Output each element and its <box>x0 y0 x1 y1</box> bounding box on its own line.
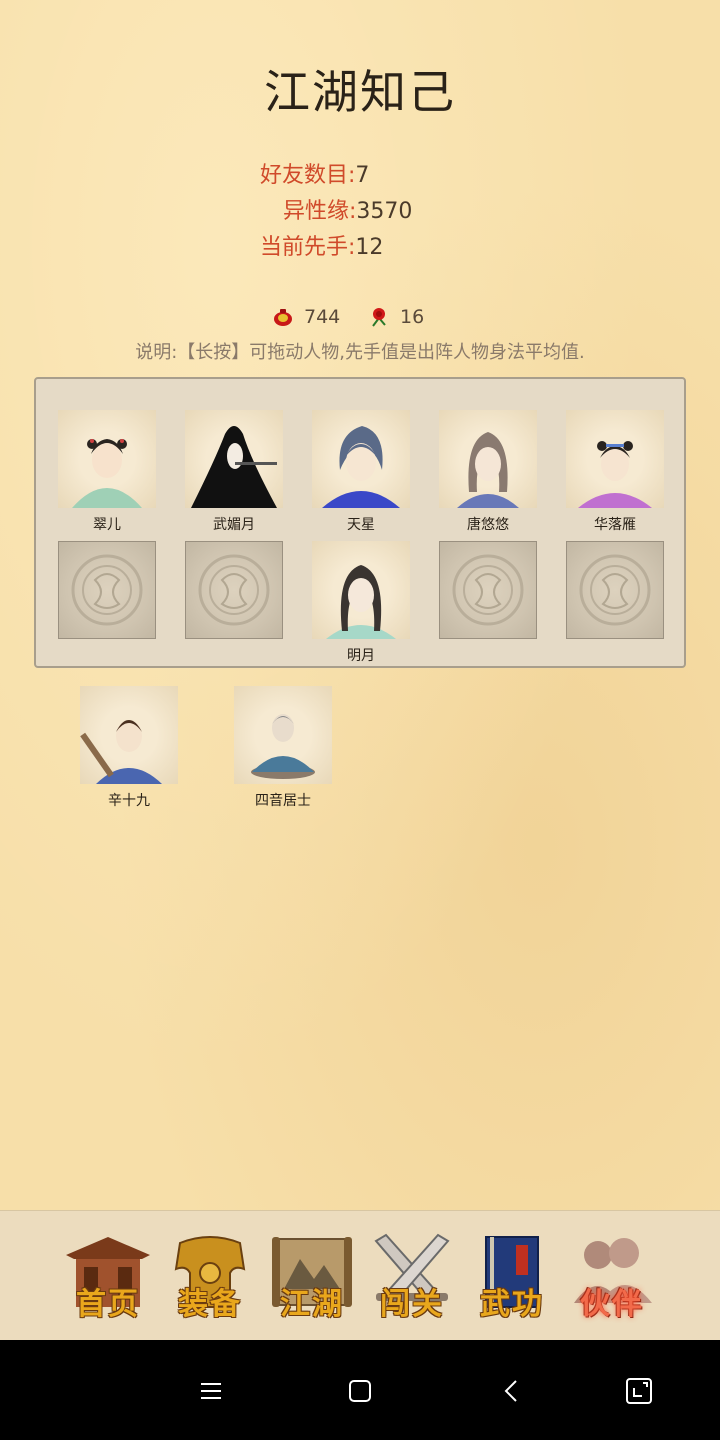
gift-count: 16 <box>400 306 425 328</box>
tab-label: 装备 <box>178 1287 242 1322</box>
tab-label: 闯关 <box>380 1287 444 1322</box>
formation-slot-empty[interactable] <box>58 541 156 639</box>
character-name: 辛十九 <box>108 793 150 809</box>
formation-slot-empty[interactable] <box>439 541 537 639</box>
formation-slot[interactable]: 天星 <box>312 410 410 533</box>
tab-jianghu[interactable]: 江湖 <box>266 1229 358 1325</box>
stat-charm: 异性缘:3570 <box>283 197 412 227</box>
reserve-character[interactable]: 四音居士 <box>234 686 332 809</box>
formation-slot[interactable]: 唐悠悠 <box>439 410 537 533</box>
character-name: 四音居士 <box>255 793 311 809</box>
stat-value: 7 <box>355 163 370 188</box>
character-name: 天星 <box>347 517 375 533</box>
character-name: 翠儿 <box>93 517 121 533</box>
red-pouch-icon <box>274 309 292 326</box>
red-rose-icon <box>372 308 386 327</box>
screenshot-icon[interactable] <box>624 1376 654 1406</box>
empty-slot-emblem-icon <box>566 541 664 639</box>
tab-equipment[interactable]: 装备 <box>164 1229 256 1325</box>
character-portrait[interactable] <box>234 686 332 784</box>
formation-slot[interactable]: 翠儿 <box>58 410 156 533</box>
formation-slot[interactable]: 明月 <box>312 541 410 664</box>
stat-value: 3570 <box>356 199 413 224</box>
character-name: 明月 <box>347 648 375 664</box>
gift-counters: 744 16 <box>0 302 720 332</box>
character-portrait[interactable] <box>58 410 156 508</box>
character-portrait[interactable] <box>312 410 410 508</box>
tab-label: 武功 <box>480 1287 544 1322</box>
instruction-text: 说明:【长按】可拖动人物,先手值是出阵人物身法平均值. <box>135 342 585 363</box>
menu-icon[interactable] <box>196 1376 226 1406</box>
game-tab-bar: 首页 装备 江湖 闯关 武功 伙伴 <box>0 1210 720 1340</box>
stat-label: 当前先手: <box>260 235 356 260</box>
character-name: 华落雁 <box>594 517 636 533</box>
system-navigation-bar <box>0 1340 720 1440</box>
tab-label: 江湖 <box>280 1287 344 1322</box>
tab-home[interactable]: 首页 <box>62 1229 154 1325</box>
stat-value: 12 <box>355 235 384 260</box>
gift-count: 744 <box>304 306 341 328</box>
gift-rose: 16 <box>368 302 424 332</box>
formation-slot-empty[interactable] <box>185 541 283 639</box>
character-name: 唐悠悠 <box>467 517 509 533</box>
back-icon[interactable] <box>496 1376 526 1406</box>
character-portrait[interactable] <box>80 686 178 784</box>
empty-slot-emblem-icon <box>58 541 156 639</box>
empty-slot-emblem-icon <box>185 541 283 639</box>
stat-label: 异性缘: <box>283 199 357 224</box>
character-portrait[interactable] <box>312 541 410 639</box>
tab-challenge[interactable]: 闯关 <box>366 1229 458 1325</box>
tab-label: 首页 <box>76 1287 140 1322</box>
battle-formation-panel: 翠儿 武媚月 天星 唐悠悠 华落雁 明月 <box>34 377 686 668</box>
formation-slot[interactable]: 华落雁 <box>566 410 664 533</box>
empty-slot-emblem-icon <box>439 541 537 639</box>
stat-friend-count: 好友数目:7 <box>260 161 369 191</box>
tab-martial-arts[interactable]: 武功 <box>466 1229 558 1325</box>
stat-initiative: 当前先手:12 <box>260 233 383 263</box>
character-portrait[interactable] <box>566 410 664 508</box>
reserve-character[interactable]: 辛十九 <box>80 686 178 809</box>
tab-label: 伙伴 <box>580 1287 644 1322</box>
stat-label: 好友数目: <box>260 163 356 188</box>
character-portrait[interactable] <box>439 410 537 508</box>
formation-slot[interactable]: 武媚月 <box>185 410 283 533</box>
character-name: 武媚月 <box>213 517 255 533</box>
page-title: 江湖知己 <box>264 65 456 119</box>
gift-pouch: 744 <box>272 302 340 332</box>
home-square-icon[interactable] <box>345 1376 375 1406</box>
formation-slot-empty[interactable] <box>566 541 664 639</box>
tab-companions[interactable]: 伙伴 <box>566 1229 658 1325</box>
character-portrait[interactable] <box>185 410 283 508</box>
